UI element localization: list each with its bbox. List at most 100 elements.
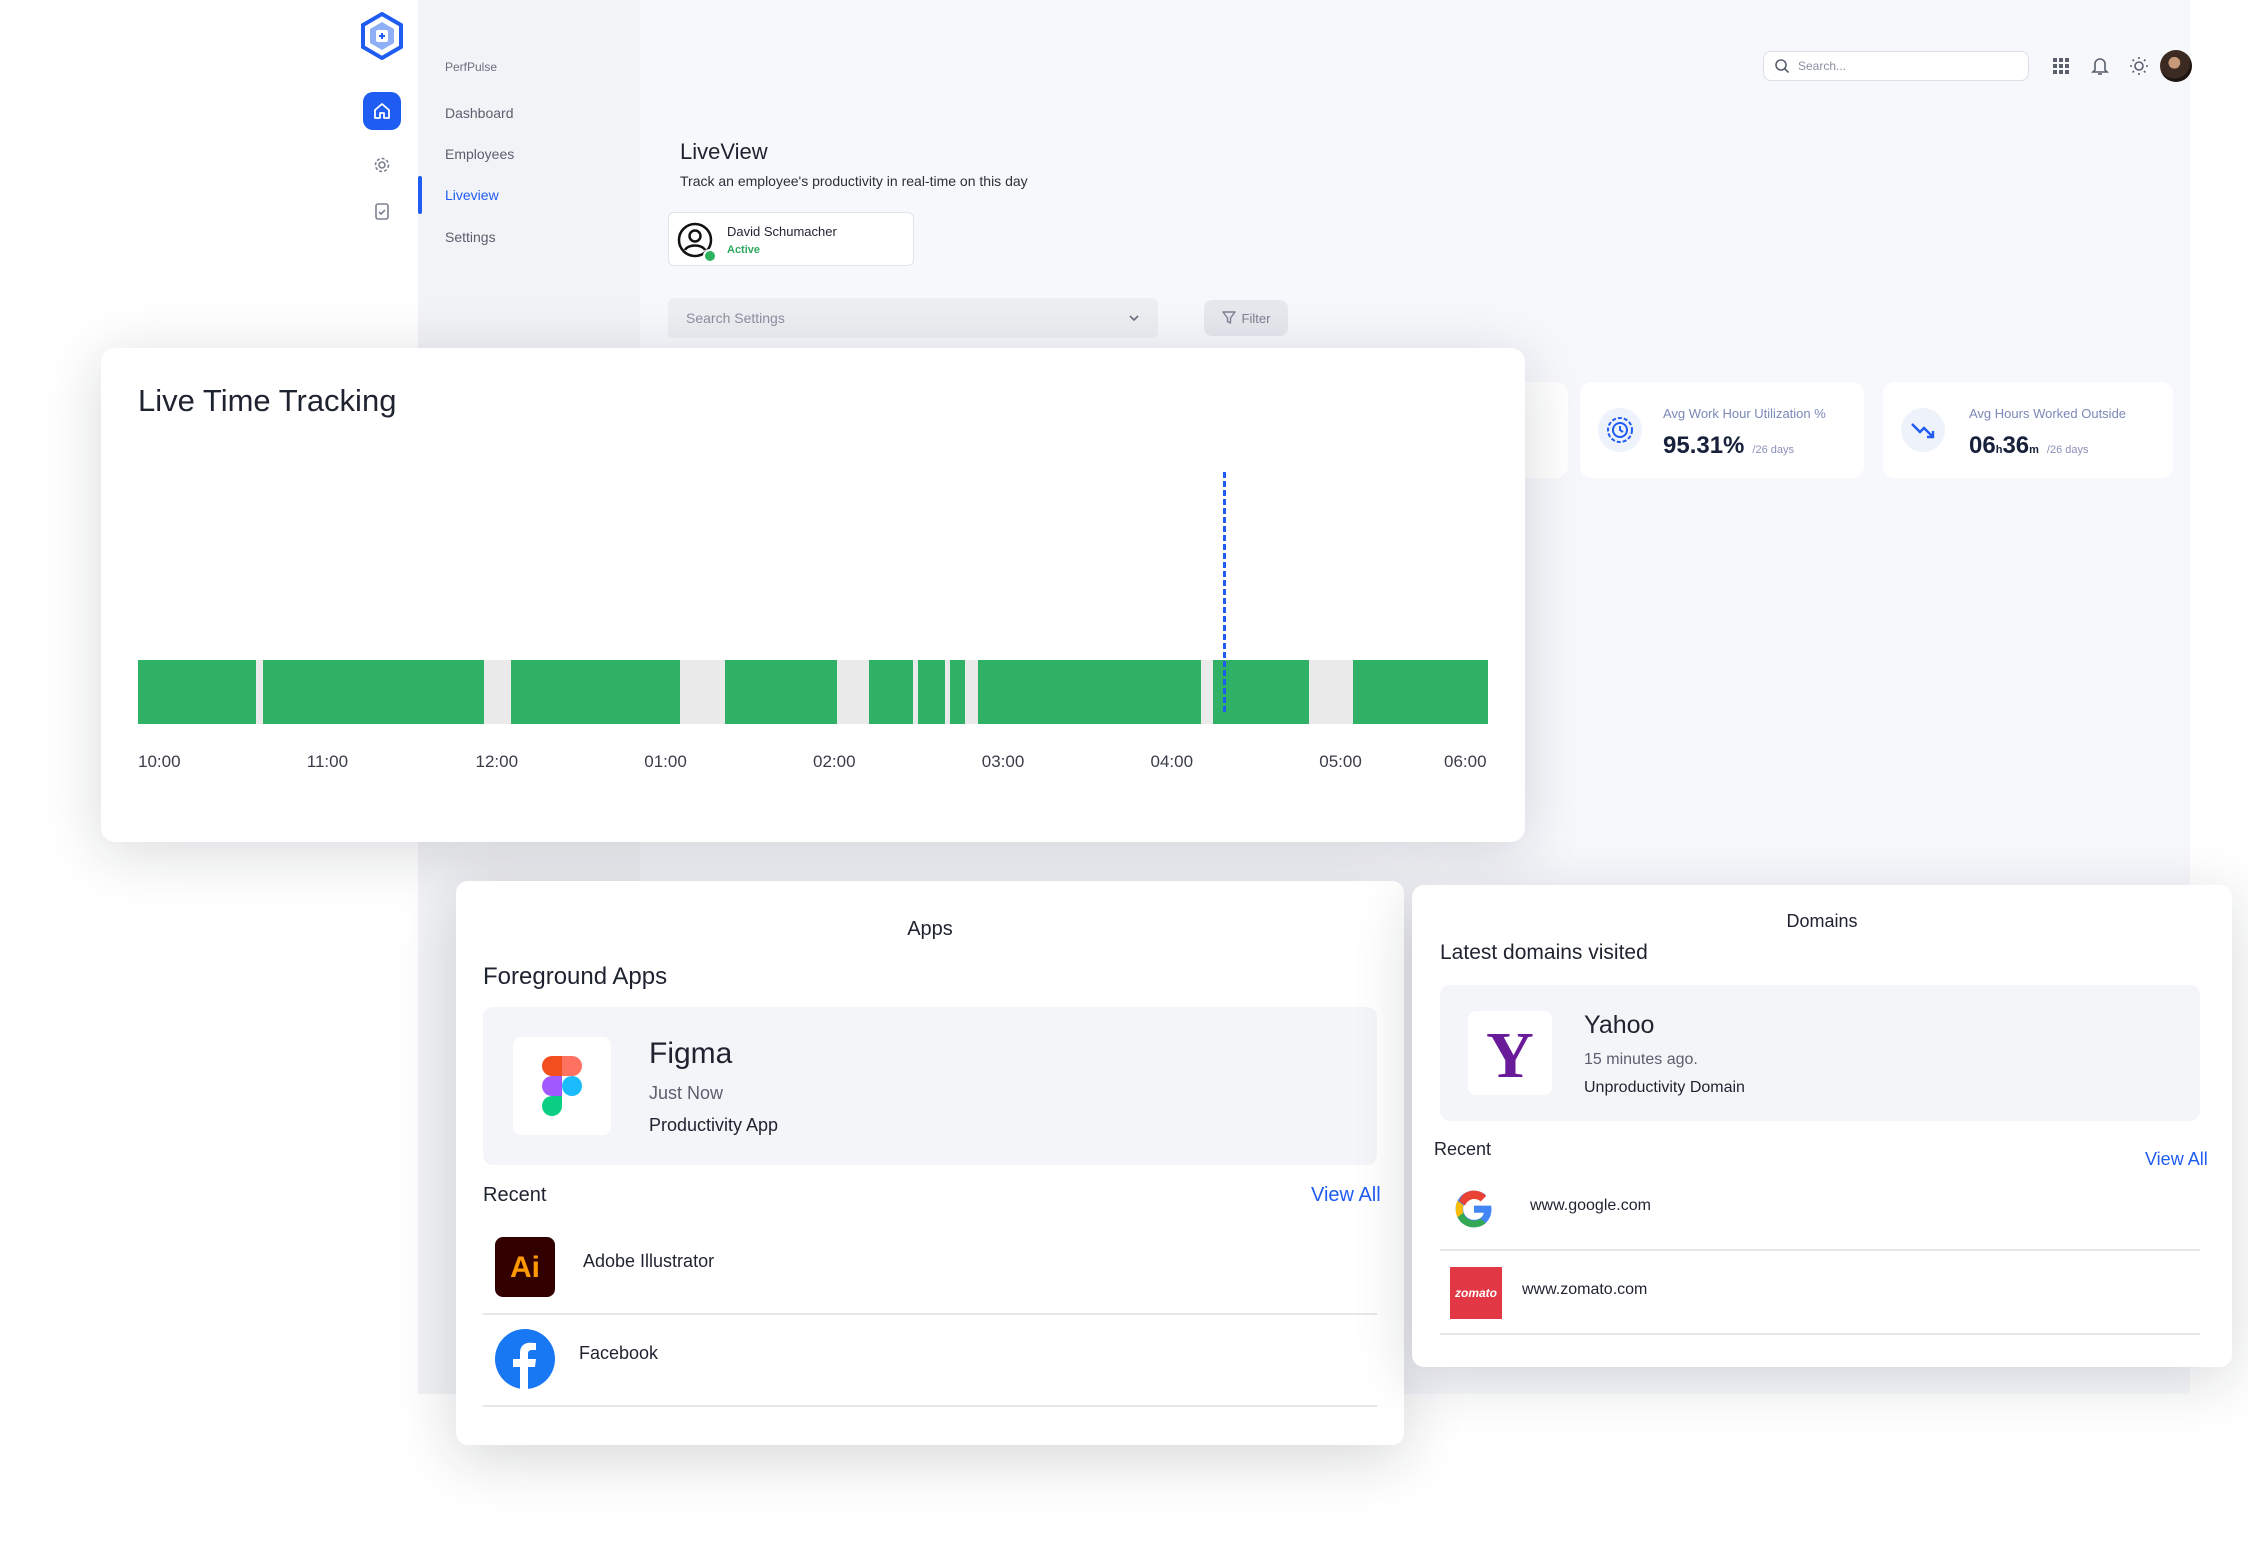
time-tick-label: 06:00 — [1444, 752, 1487, 771]
figma-icon — [513, 1037, 611, 1135]
active-time-segment — [1353, 660, 1488, 724]
time-tick-label: 04:00 — [1150, 752, 1194, 771]
sun-icon — [2130, 57, 2148, 75]
home-nav-button[interactable] — [363, 92, 401, 130]
active-time-segment — [868, 660, 913, 724]
app-name: Adobe Illustrator — [583, 1251, 715, 1271]
time-tick-label: 12:00 — [475, 752, 519, 771]
apps-heading: Apps — [907, 918, 953, 940]
active-indicator — [418, 176, 422, 214]
brand-logo-icon — [360, 11, 404, 61]
recent-domains-label: Recent — [1434, 1139, 1492, 1159]
filter-button[interactable]: Filter — [1204, 300, 1288, 336]
yahoo-icon: Y — [1468, 1011, 1552, 1095]
online-status-dot — [703, 249, 717, 263]
active-time-segment — [510, 660, 680, 724]
foreground-apps-title: Foreground Apps — [483, 963, 668, 990]
domain-url: www.google.com — [1530, 1197, 1651, 1214]
settings-gear-nav-button[interactable] — [369, 152, 395, 178]
foreground-app-name: Figma — [649, 1037, 733, 1070]
foreground-app-card[interactable]: Figma Just Now Productivity App — [483, 1007, 1377, 1165]
active-time-segment — [1212, 660, 1310, 724]
notifications-button[interactable] — [2087, 53, 2113, 79]
active-time-segment — [978, 660, 1202, 724]
stat-value: 95.31%/26 days — [1663, 432, 1794, 459]
active-time-segment — [138, 660, 257, 724]
bell-icon — [2091, 58, 2109, 75]
search-settings-dropdown[interactable]: Search Settings — [668, 298, 1158, 338]
employee-status: Active — [727, 244, 761, 256]
clipboard-check-icon — [375, 203, 389, 220]
app-name: Facebook — [579, 1343, 659, 1363]
grid-icon — [2053, 58, 2069, 74]
svg-text:Y: Y — [1486, 1021, 1534, 1085]
facebook-icon — [495, 1329, 555, 1389]
svg-text:Ai: Ai — [510, 1251, 540, 1284]
active-time-segment — [725, 660, 837, 724]
stat-value: 06h36m/26 days — [1969, 432, 2089, 459]
stat-label: Avg Hours Worked Outside — [1969, 406, 2127, 421]
list-item[interactable]: Ai Adobe Illustrator — [483, 1221, 1377, 1315]
card-title: Live Time Tracking — [138, 383, 397, 418]
foreground-app-type: Productivity App — [649, 1115, 779, 1135]
time-tick-label: 02:00 — [813, 752, 856, 771]
trend-down-icon — [1901, 408, 1945, 452]
time-tick-label: 03:00 — [981, 752, 1025, 771]
google-icon — [1454, 1189, 1494, 1229]
search-icon — [1775, 59, 1790, 74]
latest-domain-type: Unproductivity Domain — [1584, 1079, 1745, 1096]
search-placeholder: Search... — [1798, 59, 1847, 73]
search-settings-placeholder: Search Settings — [686, 310, 785, 326]
active-time-segment — [262, 660, 484, 724]
time-tick-label: 05:00 — [1319, 752, 1362, 771]
global-search-input[interactable]: Search... — [1763, 51, 2029, 81]
sidebar-item-settings[interactable]: Settings — [445, 229, 496, 245]
clock-badge-icon — [1598, 408, 1642, 452]
domains-heading: Domains — [1786, 911, 1858, 931]
latest-domain-time: 15 minutes ago. — [1584, 1051, 1698, 1068]
app-name: PerfPulse — [445, 60, 498, 74]
filter-label: Filter — [1241, 310, 1271, 326]
active-time-segment — [917, 660, 945, 724]
list-item[interactable]: www.google.com — [1440, 1165, 2200, 1251]
time-tick-label: 10:00 — [138, 752, 181, 771]
chevron-down-icon — [1129, 315, 1139, 322]
zomato-icon: zomato — [1450, 1267, 1502, 1319]
employee-selector[interactable]: David Schumacher Active — [668, 212, 914, 266]
stat-card-outside-hours: Avg Hours Worked Outside 06h36m/26 days — [1883, 382, 2173, 478]
stat-label: Avg Work Hour Utilization % — [1663, 406, 1826, 421]
domain-url: www.zomato.com — [1522, 1281, 1648, 1298]
tasks-nav-button[interactable] — [369, 198, 395, 224]
zomato-logo-text: zomato — [1455, 1286, 1497, 1300]
sidebar-item-dashboard[interactable]: Dashboard — [445, 105, 514, 121]
filter-icon — [1221, 311, 1236, 324]
latest-domain-name: Yahoo — [1584, 1011, 1655, 1039]
recent-apps-label: Recent — [483, 1184, 547, 1206]
page-subtitle: Track an employee's productivity in real… — [680, 173, 1028, 189]
gear-icon — [374, 157, 390, 173]
time-tick-label: 01:00 — [644, 752, 687, 771]
adobe-illustrator-icon: Ai — [495, 1237, 555, 1297]
stat-card-utilization: Avg Work Hour Utilization % 95.31%/26 da… — [1580, 382, 1864, 478]
apps-grid-button[interactable] — [2048, 53, 2074, 79]
time-tick-label: 11:00 — [306, 752, 349, 771]
current-time-marker — [1223, 472, 1227, 712]
user-avatar[interactable] — [2160, 50, 2192, 82]
employee-name: David Schumacher — [727, 224, 837, 239]
list-item[interactable]: zomato www.zomato.com — [1440, 1249, 2200, 1335]
latest-domain-card[interactable]: Y Yahoo 15 minutes ago. Unproductivity D… — [1440, 985, 2200, 1121]
view-all-apps-link[interactable]: View All — [1311, 1184, 1381, 1207]
active-time-segment — [949, 660, 965, 724]
page-title: LiveView — [680, 139, 768, 164]
list-item[interactable]: Facebook — [483, 1313, 1377, 1407]
sidebar-item-liveview[interactable]: Liveview — [445, 187, 499, 203]
theme-toggle-button[interactable] — [2126, 53, 2152, 79]
home-icon — [374, 103, 390, 119]
foreground-app-time: Just Now — [649, 1083, 724, 1103]
sidebar-item-employees[interactable]: Employees — [445, 146, 514, 162]
latest-domains-title: Latest domains visited — [1440, 941, 1648, 964]
timeline-track — [138, 660, 1488, 724]
apps-card: Apps Foreground Apps Figma Just Now Prod… — [456, 881, 1404, 1445]
live-time-tracking-card: Live Time Tracking 10:00 11:00 12:00 01:00 0… — [101, 348, 1525, 842]
domains-card: Domains Latest domains visited Y Yahoo 1… — [1412, 885, 2232, 1367]
